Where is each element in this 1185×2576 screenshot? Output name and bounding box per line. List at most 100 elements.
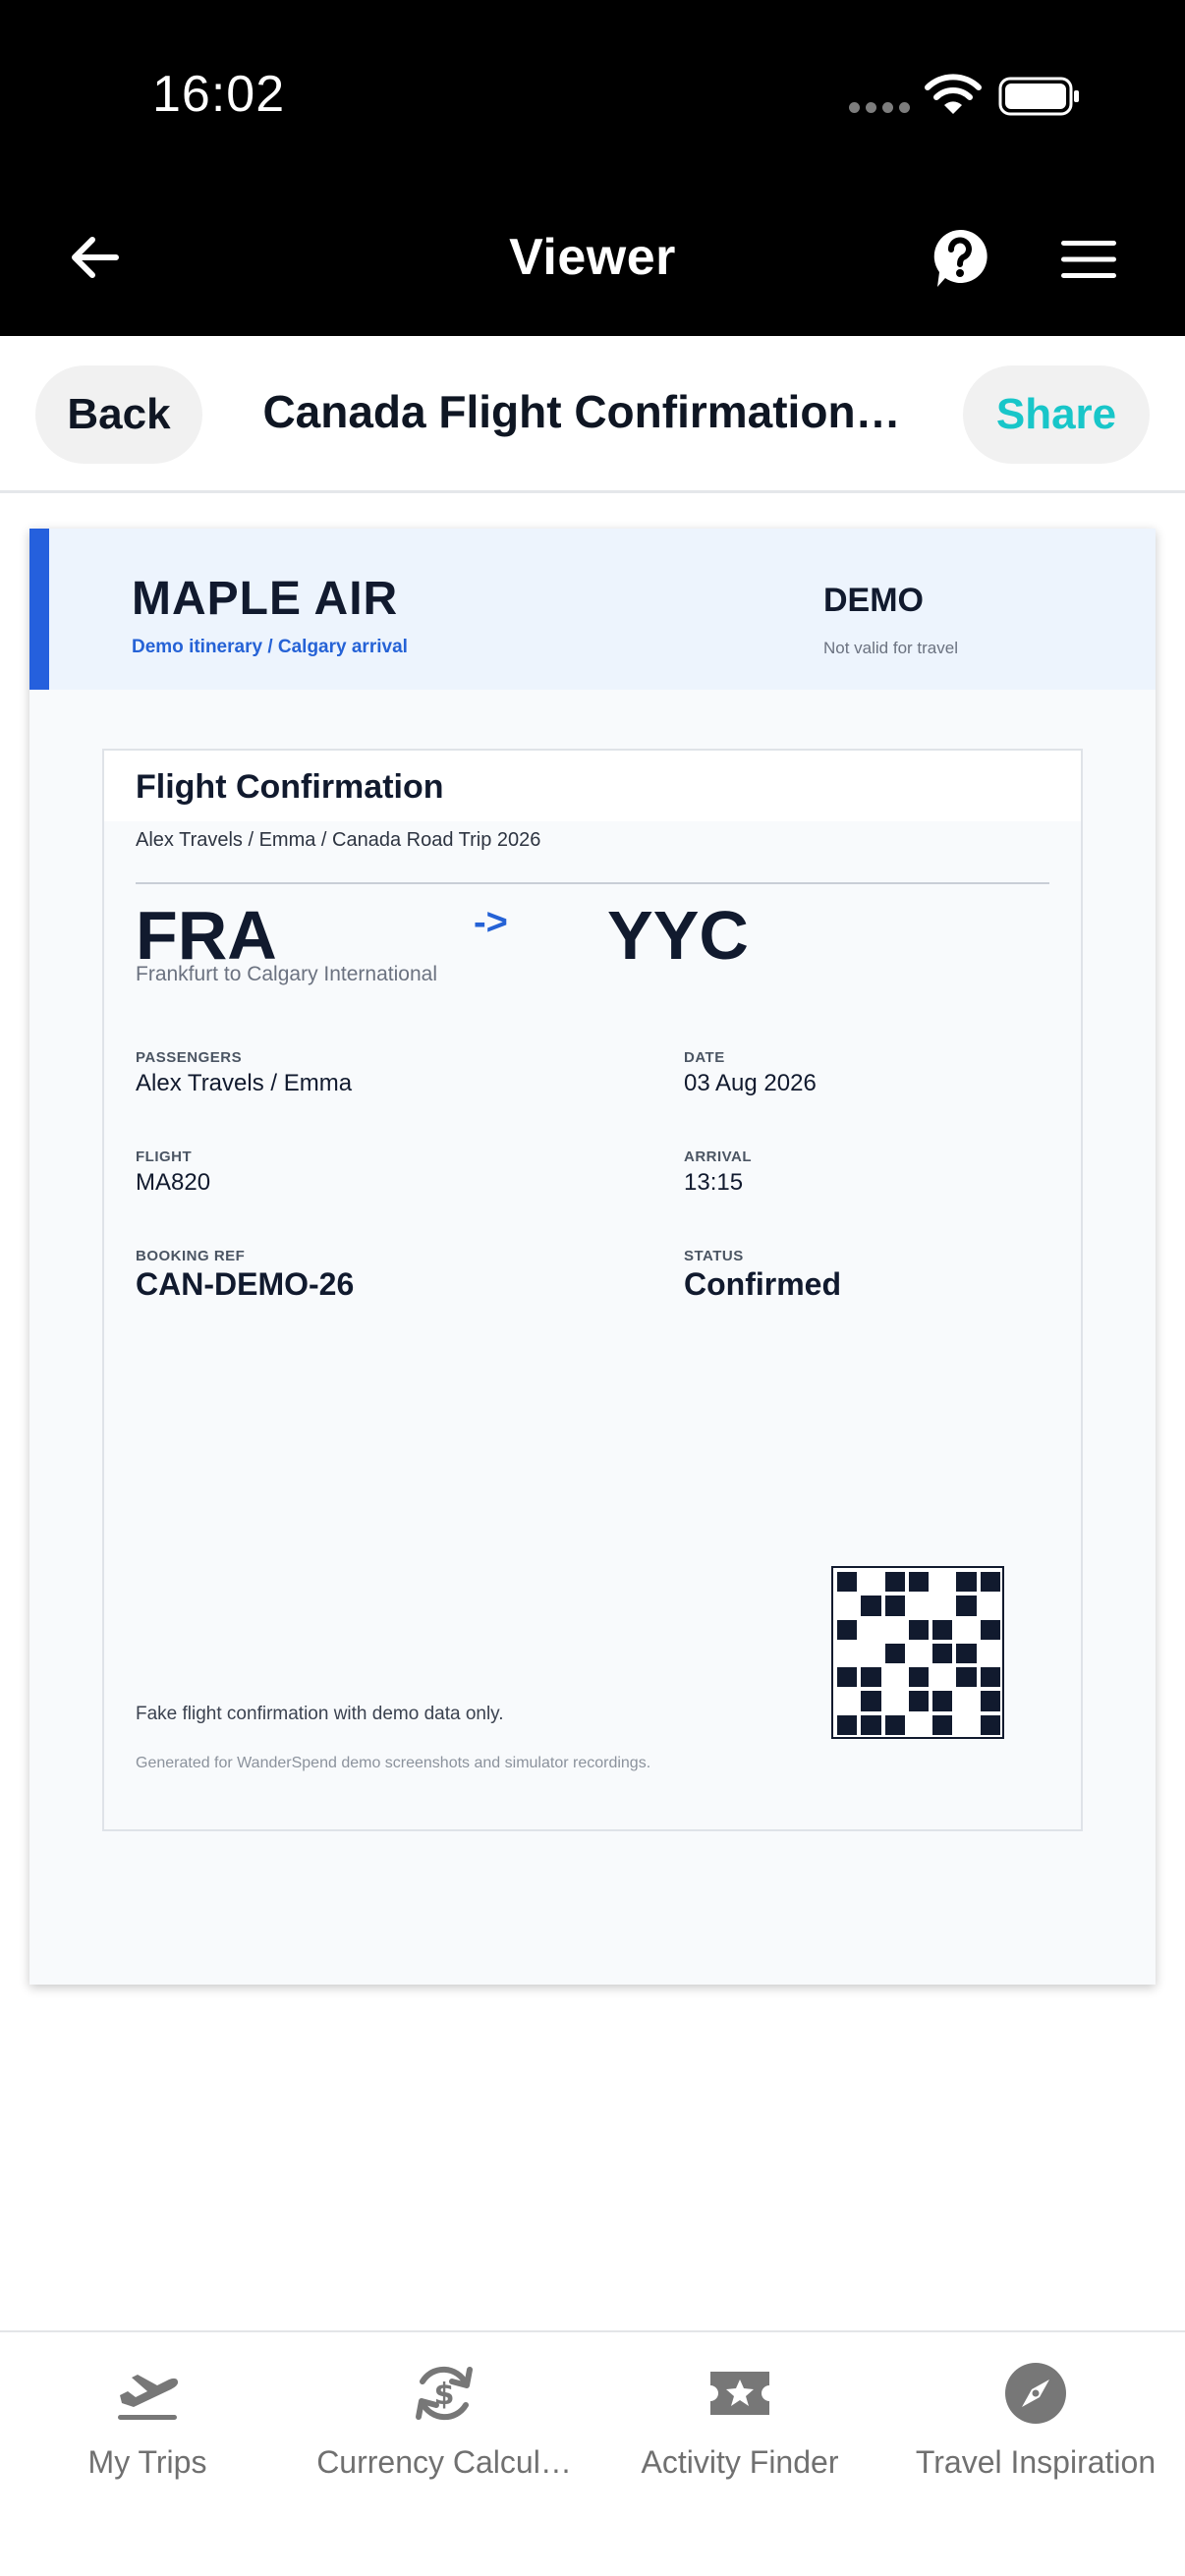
qr-module xyxy=(885,1691,905,1710)
wifi-icon xyxy=(925,74,982,114)
qr-module xyxy=(908,1572,930,1593)
qr-module xyxy=(932,1667,952,1687)
qr-module xyxy=(884,1714,905,1735)
field-label: BOOKING REF xyxy=(136,1248,246,1264)
field-booking-ref: BOOKING REF CAN-DEMO-26 xyxy=(136,1248,354,1303)
qr-module xyxy=(861,1691,881,1711)
tab-label: Currency Calcul… xyxy=(316,2444,572,2480)
field-value: CAN-DEMO-26 xyxy=(136,1266,355,1302)
tab-currency-calculator[interactable]: $ Currency Calcul… xyxy=(297,2360,592,2481)
bottom-tab-bar: My Trips $ Currency Calcul… Activity Fin… xyxy=(0,2330,1185,2576)
qr-module xyxy=(837,1714,858,1735)
qr-module xyxy=(837,1667,858,1688)
help-icon[interactable] xyxy=(931,228,988,289)
destination-code: YYC xyxy=(607,897,749,974)
svg-text:$: $ xyxy=(434,2378,455,2412)
field-label: DATE xyxy=(684,1049,725,1066)
qr-module xyxy=(908,1667,930,1688)
menu-icon[interactable] xyxy=(1059,240,1118,279)
qr-module xyxy=(884,1596,905,1616)
field-date: DATE 03 Aug 2026 xyxy=(684,1049,817,1097)
card-title: Flight Confirmation xyxy=(136,768,444,806)
qr-module xyxy=(861,1572,880,1592)
qr-module xyxy=(837,1572,858,1593)
qr-module xyxy=(861,1667,881,1688)
qr-module xyxy=(956,1667,977,1688)
qr-module xyxy=(981,1596,1000,1615)
field-label: STATUS xyxy=(684,1248,744,1264)
qr-module xyxy=(980,1714,1000,1735)
card-header: Flight Confirmation xyxy=(104,751,1081,821)
qr-module xyxy=(837,1619,858,1640)
share-button[interactable]: Share xyxy=(963,365,1150,464)
qr-module xyxy=(837,1691,857,1710)
qr-grid xyxy=(835,1570,1002,1737)
tab-label: My Trips xyxy=(87,2444,207,2480)
field-arrival: ARRIVAL 13:15 xyxy=(684,1148,752,1197)
divider xyxy=(136,882,1049,884)
qr-module xyxy=(956,1620,976,1640)
field-flight: FLIGHT MA820 xyxy=(136,1148,210,1197)
qr-code xyxy=(831,1566,1004,1739)
demo-note: Not valid for travel xyxy=(823,639,958,657)
qr-module xyxy=(932,1714,953,1735)
airline-name: MAPLE AIR xyxy=(132,573,399,625)
tab-travel-inspiration[interactable]: Travel Inspiration xyxy=(888,2360,1183,2481)
route-description: Frankfurt to Calgary International xyxy=(136,963,437,985)
field-label: PASSENGERS xyxy=(136,1049,243,1066)
qr-module xyxy=(908,1691,930,1711)
qr-module xyxy=(837,1596,857,1615)
document-toolbar: Back Canada Flight Confirmation… Share xyxy=(0,336,1185,493)
qr-module xyxy=(980,1619,1000,1640)
document-title: Canada Flight Confirmation… xyxy=(262,386,901,437)
qr-module xyxy=(861,1644,880,1663)
tab-activity-finder[interactable]: Activity Finder xyxy=(592,2360,887,2481)
airline-subtitle: Demo itinerary / Calgary arrival xyxy=(132,637,408,657)
tab-label: Travel Inspiration xyxy=(915,2444,1157,2480)
screen-title: Viewer xyxy=(509,229,676,286)
demo-badge: DEMO xyxy=(823,582,924,619)
compass-icon xyxy=(1005,2363,1066,2424)
battery-icon xyxy=(998,77,1079,116)
qr-module xyxy=(981,1644,1000,1663)
qr-module xyxy=(909,1596,929,1615)
qr-module xyxy=(932,1596,952,1615)
card-subtitle: Alex Travels / Emma / Canada Road Trip 2… xyxy=(136,829,541,851)
qr-module xyxy=(956,1572,977,1593)
top-app-bar: 16:02 Viewer xyxy=(0,0,1185,336)
tab-my-trips[interactable]: My Trips xyxy=(0,2360,295,2481)
airline-header: MAPLE AIR Demo itinerary / Calgary arriv… xyxy=(29,529,1156,690)
qr-module xyxy=(837,1644,857,1663)
status-time: 16:02 xyxy=(152,66,286,123)
field-passengers: PASSENGERS Alex Travels / Emma xyxy=(136,1049,352,1097)
field-value: MA820 xyxy=(136,1169,211,1196)
field-label: FLIGHT xyxy=(136,1148,193,1165)
qr-module xyxy=(932,1619,953,1640)
route-arrow: -> xyxy=(474,902,508,943)
qr-module xyxy=(956,1643,977,1664)
qr-module xyxy=(932,1691,953,1711)
back-button[interactable]: Back xyxy=(35,365,202,464)
qr-module xyxy=(909,1644,929,1663)
qr-module xyxy=(980,1667,1000,1688)
qr-module xyxy=(980,1572,1000,1593)
qr-module xyxy=(861,1714,881,1735)
field-value: Confirmed xyxy=(684,1266,841,1302)
qr-module xyxy=(884,1572,905,1593)
qr-module xyxy=(908,1619,930,1640)
cellular-signal-icon xyxy=(849,102,910,113)
qr-module xyxy=(884,1643,905,1664)
currency-exchange-icon: $ xyxy=(416,2366,473,2421)
field-value: 13:15 xyxy=(684,1169,744,1196)
confirmation-card: Flight Confirmation Alex Travels / Emma … xyxy=(102,749,1083,1831)
plane-takeoff-icon xyxy=(118,2375,179,2420)
tab-label: Activity Finder xyxy=(641,2444,839,2480)
qr-module xyxy=(909,1715,929,1735)
field-value: 03 Aug 2026 xyxy=(684,1070,817,1096)
qr-module xyxy=(885,1620,905,1640)
qr-module xyxy=(956,1715,976,1735)
qr-module xyxy=(932,1643,953,1664)
ticket-star-icon xyxy=(710,2372,769,2415)
document-page[interactable]: MAPLE AIR Demo itinerary / Calgary arriv… xyxy=(29,529,1156,1985)
accent-bar xyxy=(29,529,49,690)
